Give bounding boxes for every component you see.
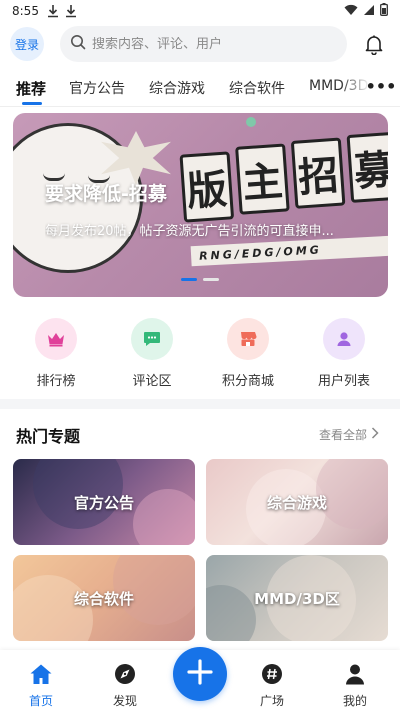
card-artwork xyxy=(206,585,256,641)
nav-plaza[interactable]: 广场 xyxy=(242,662,302,709)
plus-icon xyxy=(187,659,213,689)
topic-card-games[interactable]: 综合游戏 xyxy=(206,459,388,545)
section-divider xyxy=(0,399,400,409)
top-header: 登录 xyxy=(0,26,400,62)
topic-card-label: 官方公告 xyxy=(73,493,134,512)
banner-decor-dot xyxy=(246,117,256,127)
compass-icon xyxy=(95,662,155,686)
tabs-divider xyxy=(0,106,400,107)
quick-entry-points-store[interactable]: 积分商城 xyxy=(208,318,288,389)
nav-discover[interactable]: 发现 xyxy=(95,662,155,709)
quick-entry-ranking[interactable]: 排行榜 xyxy=(16,318,96,389)
wifi-icon xyxy=(344,4,358,19)
status-bar: 8:55 xyxy=(0,0,400,22)
topic-card-official[interactable]: 官方公告 xyxy=(13,459,195,545)
store-icon xyxy=(227,318,269,360)
quick-entry-user-list[interactable]: 用户列表 xyxy=(304,318,384,389)
quick-entry-label: 用户列表 xyxy=(317,374,370,389)
login-button[interactable]: 登录 xyxy=(10,27,44,61)
nav-home[interactable]: 首页 xyxy=(11,662,71,709)
banner-sign-char: 招 xyxy=(290,137,346,209)
hashtag-icon xyxy=(242,662,302,686)
banner-sign-char: 募 xyxy=(346,131,388,203)
hot-topics-title: 热门专题 xyxy=(16,427,81,446)
download-icon xyxy=(65,4,77,18)
category-tabs: 推荐 官方公告 综合游戏 综合软件 MMD/3D ••• xyxy=(0,72,400,106)
status-time: 8:55 xyxy=(12,4,39,18)
topic-card-label: MMD/3D区 xyxy=(254,589,340,608)
search-input[interactable] xyxy=(92,36,322,52)
tab-official-announcements[interactable]: 官方公告 xyxy=(69,78,125,98)
banner-title: 要求降低-招募 xyxy=(45,183,167,205)
chevron-right-icon xyxy=(371,427,379,442)
card-artwork xyxy=(133,489,195,545)
nav-me[interactable]: 我的 xyxy=(325,662,385,709)
app-screen: 8:55 登录 搜索内容、评论、用户 推荐 官方公告 综合游戏 综合软件 MMD… xyxy=(0,0,400,711)
download-icon xyxy=(47,4,59,18)
quick-entry-label: 积分商城 xyxy=(221,374,274,389)
topic-card-software[interactable]: 综合软件 xyxy=(13,555,195,641)
quick-entries: 排行榜 评论区 积分商城 用户列表 xyxy=(0,318,400,390)
comment-icon xyxy=(131,318,173,360)
signal-icon xyxy=(363,4,375,19)
bell-icon[interactable] xyxy=(363,33,385,56)
crown-icon xyxy=(35,318,77,360)
battery-icon xyxy=(380,3,388,19)
search-icon xyxy=(70,34,92,54)
active-tab-indicator xyxy=(22,102,42,105)
home-icon xyxy=(11,662,71,686)
nav-label: 我的 xyxy=(342,694,367,708)
nav-label: 广场 xyxy=(259,694,284,708)
view-all-label: 查看全部 xyxy=(319,428,368,442)
topic-card-mmd-3d[interactable]: MMD/3D区 xyxy=(206,555,388,641)
banner-sign-char: 版 xyxy=(179,151,235,223)
more-tabs-button[interactable]: ••• xyxy=(366,76,396,96)
nav-label: 发现 xyxy=(112,694,137,708)
topic-card-label: 综合软件 xyxy=(73,589,134,608)
tab-software[interactable]: 综合软件 xyxy=(229,78,285,98)
tab-recommend[interactable]: 推荐 xyxy=(16,78,46,99)
quick-entry-label: 评论区 xyxy=(132,374,172,389)
promo-banner[interactable]: 版 主 招 募 RNG/EDG/OMG 要求降低-招募 每月发布20帖，帖子资源… xyxy=(13,113,388,297)
banner-subtitle: 每月发布20帖，帖子资源无广告引流的可直接申... xyxy=(45,224,334,239)
carousel-indicator-active[interactable] xyxy=(181,278,197,281)
search-bar[interactable] xyxy=(60,26,347,62)
view-all-link[interactable]: 查看全部 xyxy=(319,426,379,443)
user-icon xyxy=(323,318,365,360)
quick-entry-comments[interactable]: 评论区 xyxy=(112,318,192,389)
topic-card-label: 综合游戏 xyxy=(266,493,327,512)
nav-label: 首页 xyxy=(28,694,53,708)
tab-games[interactable]: 综合游戏 xyxy=(149,78,205,98)
quick-entry-label: 排行榜 xyxy=(36,374,76,389)
carousel-indicator[interactable] xyxy=(203,278,219,281)
banner-sign-char: 主 xyxy=(235,143,290,215)
person-icon xyxy=(325,662,385,686)
create-post-button[interactable] xyxy=(173,647,227,701)
